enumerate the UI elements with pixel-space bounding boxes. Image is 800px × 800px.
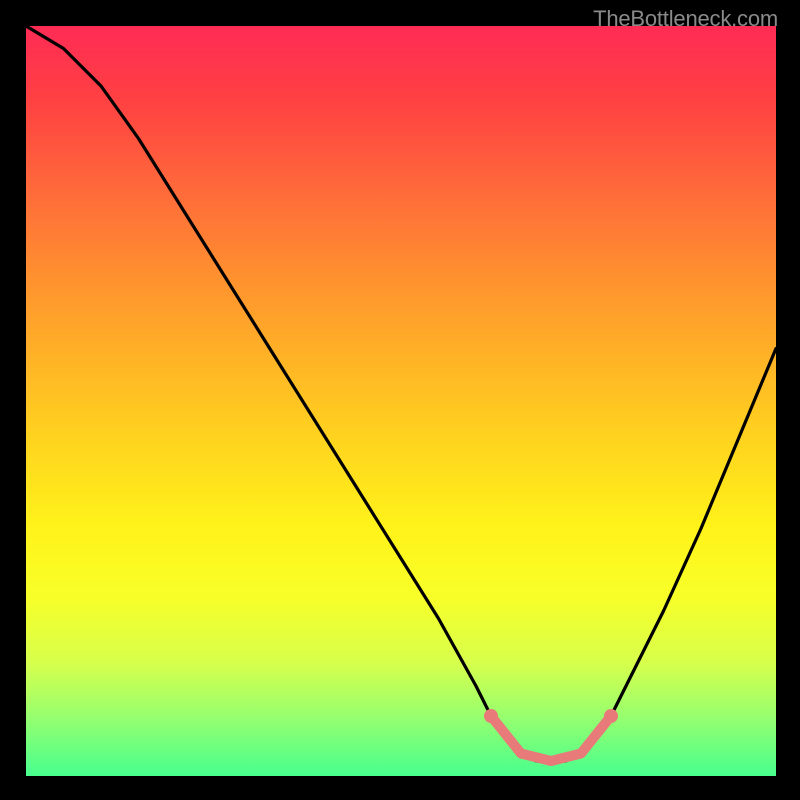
highlight-endpoint-right [604, 709, 618, 723]
bottleneck-curve-path [26, 26, 776, 761]
watermark-text: TheBottleneck.com [593, 6, 778, 32]
chart-svg [26, 26, 776, 776]
chart-plot-area [26, 26, 776, 776]
highlight-segment-path [491, 716, 611, 761]
highlight-endpoint-left [484, 709, 498, 723]
